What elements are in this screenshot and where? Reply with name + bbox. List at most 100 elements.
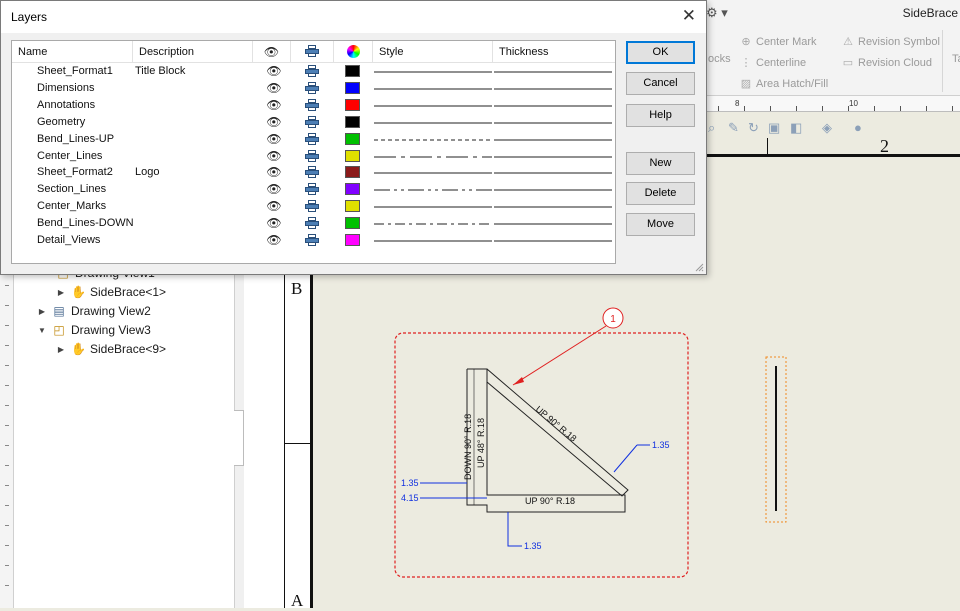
tree-item-sidebrace-1[interactable]: ▶ ✋ SideBrace<1>	[56, 285, 166, 299]
column-header-description[interactable]: Description	[133, 41, 253, 63]
layer-color[interactable]	[345, 131, 363, 148]
layer-name[interactable]: Section_Lines	[37, 181, 133, 198]
print-toggle[interactable]	[305, 148, 321, 165]
layer-description[interactable]	[135, 215, 251, 232]
close-icon[interactable]: ✕	[682, 6, 696, 26]
layer-color[interactable]	[345, 114, 363, 131]
blocks-button-partial[interactable]: ocks	[708, 53, 731, 65]
print-toggle[interactable]	[305, 97, 321, 114]
gear-icon[interactable]: ⚙ ▾	[706, 5, 728, 21]
table-row[interactable]: Section_Lines 👁	[12, 181, 615, 198]
line-style-selector[interactable]	[374, 232, 492, 249]
line-style-selector[interactable]	[374, 164, 492, 181]
layer-name[interactable]: Bend_Lines-UP	[37, 131, 133, 148]
tables-button-partial[interactable]: Ta	[952, 53, 960, 65]
line-style-selector[interactable]	[374, 181, 492, 198]
visibility-toggle[interactable]: 👁	[266, 63, 282, 80]
layer-color[interactable]	[345, 97, 363, 114]
revision-cloud-button[interactable]: ▭ Revision Cloud	[842, 56, 932, 69]
line-style-selector[interactable]	[374, 131, 492, 148]
dialog-titlebar[interactable]: Layers ✕	[1, 1, 706, 33]
visibility-toggle[interactable]: 👁	[266, 198, 282, 215]
layer-name[interactable]: Bend_Lines-DOWN	[37, 215, 134, 232]
move-layer-button[interactable]: Move	[626, 213, 695, 236]
print-toggle[interactable]	[305, 63, 321, 80]
table-row[interactable]: Sheet_Format1 Title Block 👁	[12, 63, 615, 80]
panel-collapse-handle[interactable]	[234, 410, 244, 466]
help-button[interactable]: Help	[626, 104, 695, 127]
layer-color[interactable]	[345, 215, 363, 232]
delete-layer-button[interactable]: Delete	[626, 182, 695, 205]
column-header-name[interactable]: Name	[12, 41, 133, 63]
revision-symbol-button[interactable]: ⚠ Revision Symbol	[842, 35, 940, 48]
line-thickness-selector[interactable]	[494, 232, 612, 249]
line-style-selector[interactable]	[374, 97, 492, 114]
layer-description[interactable]: Logo	[135, 164, 251, 181]
rotate-icon[interactable]: ↻	[748, 120, 759, 136]
center-mark-button[interactable]: ⊕ Center Mark	[740, 35, 816, 48]
table-row[interactable]: Bend_Lines-DOWN 👁	[12, 215, 615, 232]
line-thickness-selector[interactable]	[494, 80, 612, 97]
tree-item-drawing-view2[interactable]: ▶ ▤ Drawing View2	[37, 304, 151, 318]
line-thickness-selector[interactable]	[494, 114, 612, 131]
layer-description[interactable]	[135, 97, 251, 114]
line-style-selector[interactable]	[374, 148, 492, 165]
table-row[interactable]: Dimensions 👁	[12, 80, 615, 97]
column-header-style[interactable]: Style	[373, 41, 493, 63]
layer-name[interactable]: Annotations	[37, 97, 133, 114]
chevron-right-icon[interactable]: ▶	[37, 307, 47, 316]
layer-description[interactable]	[135, 148, 251, 165]
print-toggle[interactable]	[305, 80, 321, 97]
table-row[interactable]: Center_Marks 👁	[12, 198, 615, 215]
line-thickness-selector[interactable]	[494, 215, 612, 232]
zoom-icon[interactable]: ⌕	[708, 120, 715, 136]
display-style-icon[interactable]: ◧	[790, 120, 802, 136]
chevron-right-icon[interactable]: ▶	[56, 345, 66, 354]
print-toggle[interactable]	[305, 232, 321, 249]
layer-color[interactable]	[345, 164, 363, 181]
line-style-selector[interactable]	[374, 198, 492, 215]
view-cube-icon[interactable]: ▣	[768, 120, 780, 136]
layer-color[interactable]	[345, 198, 363, 215]
line-thickness-selector[interactable]	[494, 181, 612, 198]
line-thickness-selector[interactable]	[494, 97, 612, 114]
layer-name[interactable]: Center_Lines	[37, 148, 133, 165]
layer-color[interactable]	[345, 80, 363, 97]
visibility-toggle[interactable]: 👁	[266, 215, 282, 232]
table-row[interactable]: Annotations 👁	[12, 97, 615, 114]
layer-description[interactable]: Title Block	[135, 63, 251, 80]
appearance-icon[interactable]: ●	[854, 120, 862, 135]
layer-color[interactable]	[345, 63, 363, 80]
layer-name[interactable]: Sheet_Format2	[37, 164, 133, 181]
print-toggle[interactable]	[305, 198, 321, 215]
visibility-toggle[interactable]: 👁	[266, 80, 282, 97]
layer-description[interactable]	[135, 114, 251, 131]
visibility-toggle[interactable]: 👁	[266, 114, 282, 131]
visibility-toggle[interactable]: 👁	[266, 164, 282, 181]
line-style-selector[interactable]	[374, 114, 492, 131]
column-header-print[interactable]	[291, 41, 334, 63]
line-style-selector[interactable]	[374, 80, 492, 97]
print-toggle[interactable]	[305, 215, 321, 232]
table-row[interactable]: Sheet_Format2 Logo 👁	[12, 164, 615, 181]
line-thickness-selector[interactable]	[494, 164, 612, 181]
hide-show-icon[interactable]: ◈	[822, 120, 832, 136]
tree-item-sidebrace-9[interactable]: ▶ ✋ SideBrace<9>	[56, 342, 166, 356]
line-style-selector[interactable]	[374, 215, 492, 232]
layer-name[interactable]: Geometry	[37, 114, 133, 131]
layer-description[interactable]	[135, 232, 251, 249]
visibility-toggle[interactable]: 👁	[266, 148, 282, 165]
layer-color[interactable]	[345, 181, 363, 198]
layer-description[interactable]	[135, 80, 251, 97]
resize-grip-icon[interactable]	[694, 262, 704, 272]
table-row[interactable]: Bend_Lines-UP 👁	[12, 131, 615, 148]
line-thickness-selector[interactable]	[494, 198, 612, 215]
column-header-color[interactable]	[334, 41, 373, 63]
print-toggle[interactable]	[305, 114, 321, 131]
layer-color[interactable]	[345, 148, 363, 165]
cancel-button[interactable]: Cancel	[626, 72, 695, 95]
chevron-down-icon[interactable]: ▼	[37, 326, 47, 335]
line-style-selector[interactable]	[374, 63, 492, 80]
print-toggle[interactable]	[305, 164, 321, 181]
layer-description[interactable]	[135, 198, 251, 215]
